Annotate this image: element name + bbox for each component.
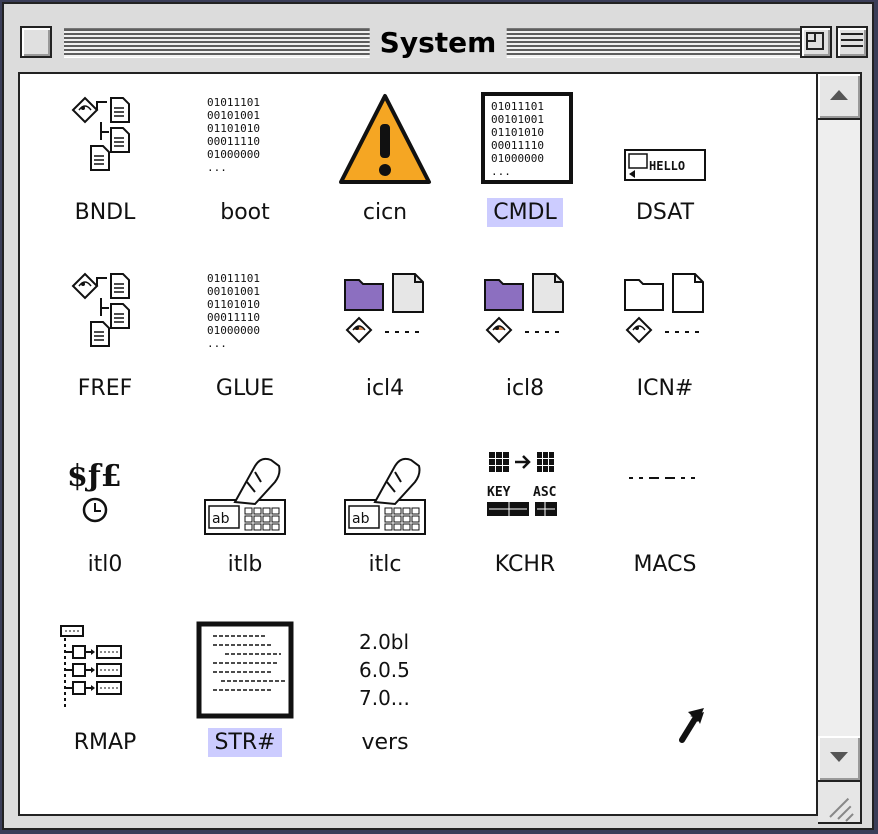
svg-text:KEY: KEY xyxy=(487,485,511,500)
icon-label-text: STR# xyxy=(208,728,282,757)
svg-text:ab: ab xyxy=(212,511,230,527)
resource-icon-icn-hash[interactable]: ICN# xyxy=(600,266,730,416)
icon-label[interactable]: DSAT xyxy=(600,200,730,225)
dashes-icon[interactable] xyxy=(615,442,715,542)
icon-label-text: GLUE xyxy=(215,376,275,401)
icon-label-text: itlc xyxy=(368,552,402,577)
version-text-icon: 2.0bl 6.0.5 7.0... xyxy=(359,630,410,710)
window-title: System xyxy=(369,24,507,62)
svg-text:HELLO: HELLO xyxy=(649,159,685,173)
icon-label-text: boot xyxy=(220,200,270,225)
resource-icon-icl4[interactable]: icl4 xyxy=(320,266,450,416)
resource-icon-boot[interactable]: 01011101 00101001 01101010 00011110 0100… xyxy=(180,90,310,240)
binary-data-icon: 01011101 00101001 01101010 00011110 0100… xyxy=(207,96,260,174)
resource-icon-glue[interactable]: 01011101 00101001 01101010 00011110 0100… xyxy=(180,266,310,416)
icon-label-text: RMAP xyxy=(73,730,137,755)
resource-icon-cmdl[interactable]: 01011101 00101001 01101010 00011110 0100… xyxy=(460,90,590,240)
scroll-up-arrow-icon[interactable] xyxy=(818,74,860,118)
icon-label[interactable]: cicn xyxy=(320,200,450,225)
icon-label[interactable]: STR# xyxy=(180,728,310,757)
icon-label[interactable]: GLUE xyxy=(180,376,310,401)
bndl-icon[interactable] xyxy=(55,266,155,366)
resource-icon-fref[interactable]: FREF xyxy=(40,266,170,416)
svg-text:$ƒ£: $ƒ£ xyxy=(67,459,122,494)
icon-label-text: BNDL xyxy=(74,200,136,225)
icon-label[interactable]: itl0 xyxy=(40,552,170,577)
collapse-box-button[interactable] xyxy=(836,26,868,58)
resource-icon-cicn[interactable]: cicn xyxy=(320,90,450,240)
icon-label-text: icl4 xyxy=(365,376,405,401)
icon-label[interactable]: ICN# xyxy=(600,376,730,401)
resource-icon-icl8[interactable]: icl8 xyxy=(460,266,590,416)
resource-icon-bndl[interactable]: BNDL xyxy=(40,90,170,240)
icon-label-text: ICN# xyxy=(636,376,694,401)
icon-label-text: icl8 xyxy=(505,376,545,401)
icon-label[interactable]: BNDL xyxy=(40,200,170,225)
str-icon[interactable] xyxy=(195,620,295,720)
icon-label-text: FREF xyxy=(77,376,133,401)
icon-label-text: cicn xyxy=(362,200,408,225)
scroll-track[interactable] xyxy=(818,118,860,740)
resource-icon-itl0[interactable]: $ƒ£ itl0 xyxy=(40,442,170,592)
icon-label-text: DSAT xyxy=(635,200,695,225)
icon-label[interactable]: itlb xyxy=(180,552,310,577)
mouse-pointer-icon xyxy=(679,708,704,743)
folder-doc-bw-icon[interactable] xyxy=(615,266,715,366)
zoom-box-button[interactable] xyxy=(800,26,832,58)
vertical-scrollbar[interactable] xyxy=(818,72,862,782)
title-bar[interactable]: System xyxy=(4,4,872,80)
resource-icon-dsat[interactable]: HELLO DSAT xyxy=(600,90,730,240)
binary-data-icon: 01011101 00101001 01101010 00011110 0100… xyxy=(481,92,573,184)
binary-data-icon: 01011101 00101001 01101010 00011110 0100… xyxy=(207,272,260,350)
binary-icon[interactable]: 01011101 00101001 01101010 00011110 0100… xyxy=(195,266,295,366)
icon-label[interactable]: KCHR xyxy=(460,552,590,577)
resource-icon-itlc[interactable]: ab itlc xyxy=(320,442,450,592)
scroll-down-arrow-icon[interactable] xyxy=(818,736,860,780)
binary-icon[interactable]: 01011101 00101001 01101010 00011110 0100… xyxy=(195,90,295,190)
folder-doc-color-icon[interactable] xyxy=(335,266,435,366)
svg-text:ab: ab xyxy=(352,511,370,527)
rmap-icon[interactable] xyxy=(55,620,155,720)
icon-label[interactable]: RMAP xyxy=(40,730,170,755)
keyboard-hand-icon[interactable]: ab xyxy=(335,442,435,542)
kchr-icon[interactable]: KEY ASC xyxy=(475,442,575,542)
icon-label[interactable]: boot xyxy=(180,200,310,225)
resource-icon-str-hash[interactable]: STR# xyxy=(180,620,310,770)
icon-label-text: itlb xyxy=(227,552,263,577)
resource-icon-macs[interactable]: MACS xyxy=(600,442,730,592)
resource-icon-kchr[interactable]: KEY ASC KCHR xyxy=(460,442,590,592)
currency-icon[interactable]: $ƒ£ xyxy=(55,442,155,542)
binary-selected-icon[interactable]: 01011101 00101001 01101010 00011110 0100… xyxy=(475,90,575,190)
icon-label-text: vers xyxy=(361,730,409,755)
folder-doc-color-icon[interactable] xyxy=(475,266,575,366)
svg-text:ASC: ASC xyxy=(533,485,556,500)
icon-label[interactable]: icl8 xyxy=(460,376,590,401)
icon-label[interactable]: CMDL xyxy=(460,198,590,227)
icon-label[interactable]: FREF xyxy=(40,376,170,401)
icon-view-area: BNDL 01011101 00101001 01101010 00011110 … xyxy=(18,72,818,816)
hello-icon[interactable]: HELLO xyxy=(615,90,715,190)
icon-label-text: KCHR xyxy=(494,552,556,577)
icon-label[interactable]: itlc xyxy=(320,552,450,577)
icon-label-text: MACS xyxy=(633,552,697,577)
icon-label-text: CMDL xyxy=(487,198,563,227)
finder-window: System BNDL 01011101 00101001 01101010 00… xyxy=(2,2,874,830)
icon-label[interactable]: MACS xyxy=(600,552,730,577)
icon-label-text: itl0 xyxy=(87,552,123,577)
icon-label[interactable]: icl4 xyxy=(320,376,450,401)
resource-icon-rmap[interactable]: RMAP xyxy=(40,620,170,770)
resource-icon-vers[interactable]: 2.0bl 6.0.5 7.0... vers xyxy=(320,620,450,770)
bndl-icon[interactable] xyxy=(55,90,155,190)
close-box-button[interactable] xyxy=(20,26,52,58)
icon-label[interactable]: vers xyxy=(320,730,450,755)
vers-icon[interactable]: 2.0bl 6.0.5 7.0... xyxy=(335,620,435,720)
keyboard-hand-icon[interactable]: ab xyxy=(195,442,295,542)
resize-grow-box[interactable] xyxy=(818,780,862,824)
warning-icon[interactable] xyxy=(335,90,435,190)
resource-icon-itlb[interactable]: ab itlb xyxy=(180,442,310,592)
